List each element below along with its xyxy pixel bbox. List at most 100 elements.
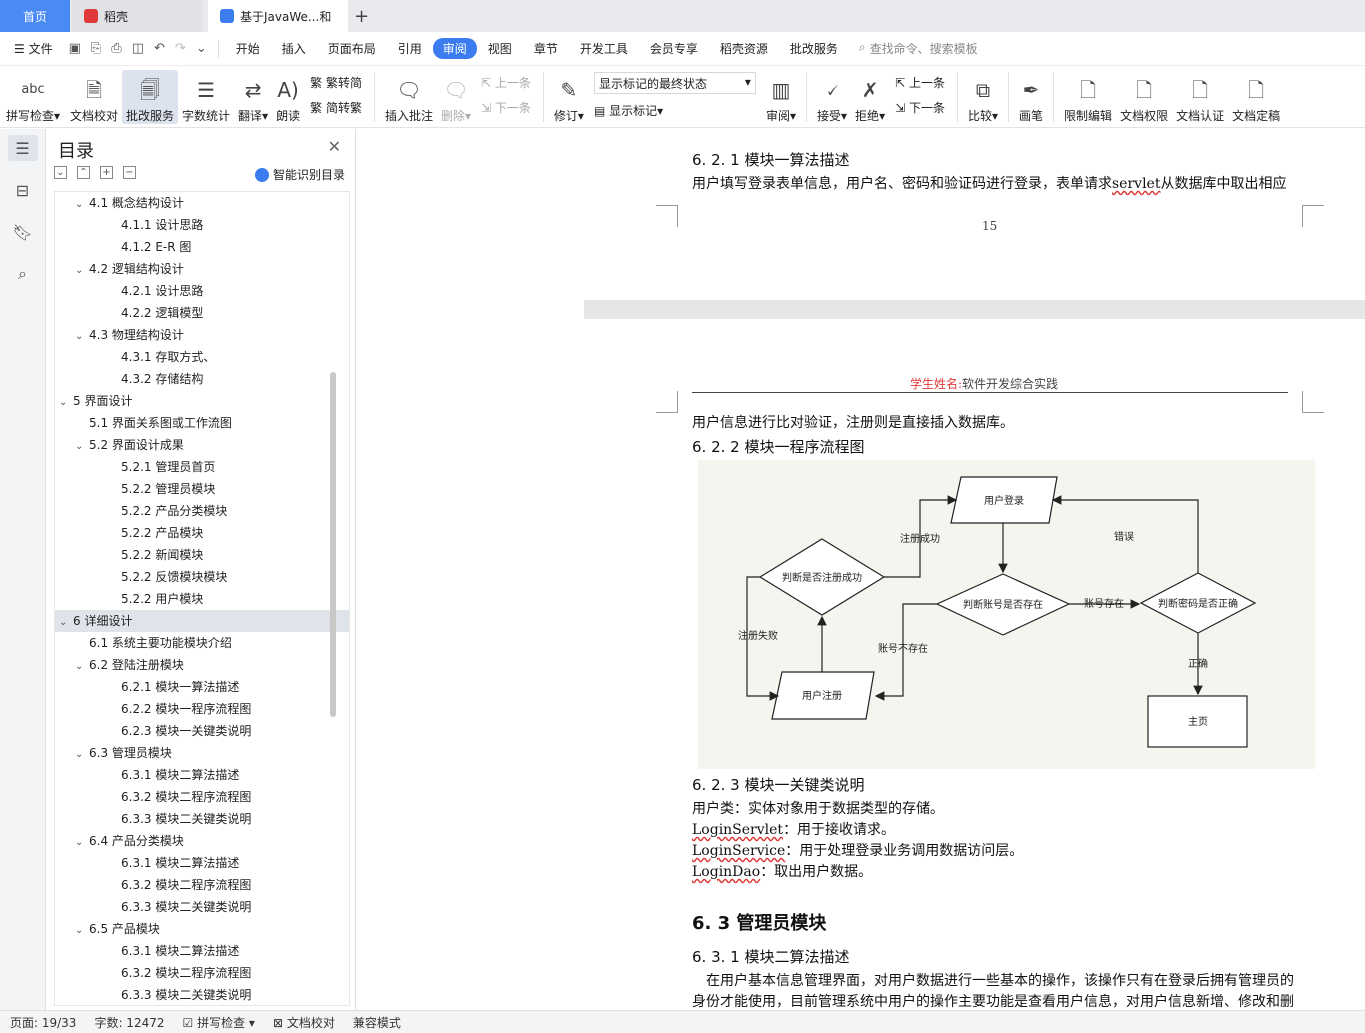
redo-icon[interactable]: ↷	[170, 41, 191, 56]
toc-item[interactable]: 5.2.2 产品分类模块	[55, 500, 349, 522]
restrict-edit-button[interactable]: 🗋 限制编辑	[1060, 70, 1116, 124]
toc-item[interactable]: 6.3.2 模块二程序流程图	[55, 874, 349, 896]
print-preview-icon[interactable]: ◫	[127, 41, 149, 56]
toc-item[interactable]: 6.3.1 模块二算法描述	[55, 940, 349, 962]
toc-item[interactable]: ⌄ 6.4 产品分类模块	[55, 830, 349, 852]
menu-tab-2[interactable]: 页面布局	[317, 40, 387, 57]
toc-item[interactable]: ⌄ 6 详细设计	[55, 610, 349, 632]
toc-pane-icon[interactable]: ☰	[7, 135, 38, 161]
chevron-down-icon[interactable]: ⌄	[75, 194, 89, 216]
toc-item[interactable]: 6.3.2 模块二程序流程图	[55, 962, 349, 984]
toc-item[interactable]: ⌄ 5 界面设计	[55, 390, 349, 412]
toc-item[interactable]: 5.1 界面关系图或工作流图	[55, 412, 349, 434]
chevron-down-icon[interactable]: ⌄	[75, 326, 89, 348]
toc-item[interactable]: 5.2.1 管理员首页	[55, 456, 349, 478]
prev-change-button[interactable]: ⇱ 上一条	[895, 74, 945, 91]
new-tab-button[interactable]: +	[348, 0, 375, 32]
word-count-indicator[interactable]: 字数: 12472	[94, 1014, 164, 1031]
chevron-down-icon[interactable]: ⌄	[75, 832, 89, 854]
chevron-down-icon[interactable]: ⌄	[75, 920, 89, 942]
delete-comment-button[interactable]: 🗨 删除▾	[437, 70, 475, 124]
toc-item[interactable]: 6.1 系统主要功能模块介绍	[55, 632, 349, 654]
toc-item[interactable]: 5.2.2 新闻模块	[55, 544, 349, 566]
pen-button[interactable]: ✒ 画笔	[1015, 70, 1047, 124]
proofread-button[interactable]: 🗎 文档校对	[66, 70, 122, 124]
track-changes-button[interactable]: ✎ 修订▾	[550, 70, 588, 124]
menu-tab-9[interactable]: 稻壳资源	[709, 40, 779, 57]
next-change-button[interactable]: ⇲ 下一条	[895, 99, 945, 116]
expand-all-icon[interactable]: ⌃	[77, 166, 90, 179]
doc-finalize-button[interactable]: 🗋 文档定稿	[1228, 70, 1284, 124]
markup-state-select[interactable]: 显示标记的最终状态 ▾	[593, 72, 756, 94]
toc-item[interactable]: ⌄ 4.2 逻辑结构设计	[55, 258, 349, 280]
tab-home[interactable]: 首页	[0, 0, 70, 32]
doc-certify-button[interactable]: 🗋 文档认证	[1172, 70, 1228, 124]
reject-button[interactable]: ✗ 拒绝▾	[851, 70, 889, 124]
chevron-down-icon[interactable]: ⌄	[191, 41, 212, 56]
chevron-down-icon[interactable]: ⌄	[59, 612, 73, 634]
menu-tab-3[interactable]: 引用	[387, 40, 433, 57]
add-heading-icon[interactable]: +	[100, 166, 113, 179]
chapter-pane-icon[interactable]: ⊟	[8, 177, 38, 203]
menu-tab-0[interactable]: 开始	[225, 40, 271, 57]
toc-item[interactable]: 6.3.1 模块二算法描述	[55, 764, 349, 786]
menu-tab-10[interactable]: 批改服务	[779, 40, 849, 57]
toc-item[interactable]: 4.2.2 逻辑模型	[55, 302, 349, 324]
toc-item[interactable]: 6.2.2 模块一程序流程图	[55, 698, 349, 720]
remove-heading-icon[interactable]: −	[123, 166, 136, 179]
translate-button[interactable]: ⇄ 翻译▾	[234, 70, 272, 124]
collapse-all-icon[interactable]: ⌄	[54, 166, 67, 179]
review-service-button[interactable]: 🗐 批改服务	[122, 70, 179, 124]
menu-tab-4[interactable]: 审阅	[432, 38, 477, 59]
smart-toc-button[interactable]: 智能识别目录	[254, 166, 345, 183]
toc-item[interactable]: ⌄ 6.2 登陆注册模块	[55, 654, 349, 676]
menu-tab-5[interactable]: 视图	[477, 40, 523, 57]
insert-comment-button[interactable]: 🗨 插入批注	[381, 70, 437, 124]
page-indicator[interactable]: 页面: 19/33	[10, 1014, 76, 1031]
tab-document[interactable]: 基于JavaWe...和	[208, 0, 348, 32]
toc-item[interactable]: 4.3.1 存取方式、	[55, 346, 349, 368]
toc-item[interactable]: 6.3.1 模块二算法描述	[55, 852, 349, 874]
chevron-down-icon[interactable]: ⌄	[75, 260, 89, 282]
toc-item[interactable]: 5.2.2 产品模块	[55, 522, 349, 544]
show-markup-button[interactable]: ▤ 显示标记▾	[594, 102, 756, 119]
chevron-down-icon[interactable]: ⌄	[75, 744, 89, 766]
toc-item[interactable]: 4.1.1 设计思路	[55, 214, 349, 236]
tab-daoke[interactable]: 稻壳	[72, 0, 202, 32]
proofread-toggle[interactable]: ⊠ 文档校对	[273, 1014, 335, 1031]
toc-item[interactable]: ⌄ 4.3 物理结构设计	[55, 324, 349, 346]
simp-to-trad-button[interactable]: 繁 简转繁	[310, 99, 362, 116]
undo-icon[interactable]: ↶	[149, 41, 170, 56]
spell-check-button[interactable]: abc 拼写检查▾	[0, 70, 66, 124]
review-pane-button[interactable]: ▥ 审阅▾	[762, 70, 800, 124]
toc-item[interactable]: 6.2.1 模块一算法描述	[55, 676, 349, 698]
file-menu[interactable]: ☰ 文件	[0, 40, 64, 57]
bookmark-icon[interactable]: 🔖︎	[8, 219, 38, 245]
close-icon[interactable]: ✕	[328, 137, 341, 156]
print-icon[interactable]: ⎙	[106, 41, 126, 56]
menu-tab-7[interactable]: 开发工具	[569, 40, 639, 57]
chevron-down-icon[interactable]: ⌄	[75, 656, 89, 678]
prev-comment-button[interactable]: ⇱ 上一条	[481, 74, 531, 91]
chevron-down-icon[interactable]: ⌄	[59, 392, 73, 414]
toc-item[interactable]: 5.2.2 用户模块	[55, 588, 349, 610]
trad-to-simp-button[interactable]: 繁 繁转简	[310, 74, 362, 91]
toc-item[interactable]: 4.2.1 设计思路	[55, 280, 349, 302]
toc-item[interactable]: ⌄ 6.5 产品模块	[55, 918, 349, 940]
toc-item[interactable]: 4.1.2 E-R 图	[55, 236, 349, 258]
toc-item[interactable]: 5.2.2 反馈模块模块	[55, 566, 349, 588]
toc-item[interactable]: 5.2.2 管理员模块	[55, 478, 349, 500]
menu-tab-8[interactable]: 会员专享	[639, 40, 709, 57]
toc-item[interactable]: 4.3.2 存储结构	[55, 368, 349, 390]
accept-button[interactable]: 🗸 接受▾	[813, 70, 851, 124]
export-pdf-icon[interactable]: ⎘	[86, 41, 106, 56]
toc-item[interactable]: 6.3.3 模块二关键类说明	[55, 808, 349, 830]
toc-scrollbar[interactable]	[330, 372, 336, 717]
spell-check-toggle[interactable]: ☑ 拼写检查 ▾	[183, 1014, 255, 1031]
toc-item[interactable]: ⌄ 6.3 管理员模块	[55, 742, 349, 764]
toc-item[interactable]: 6.3.2 模块二程序流程图	[55, 786, 349, 808]
save-icon[interactable]: ▣	[64, 41, 86, 56]
doc-permission-button[interactable]: 🗋 文档权限	[1116, 70, 1172, 124]
word-count-button[interactable]: ☰ 字数统计	[178, 70, 234, 124]
next-comment-button[interactable]: ⇲ 下一条	[481, 99, 531, 116]
